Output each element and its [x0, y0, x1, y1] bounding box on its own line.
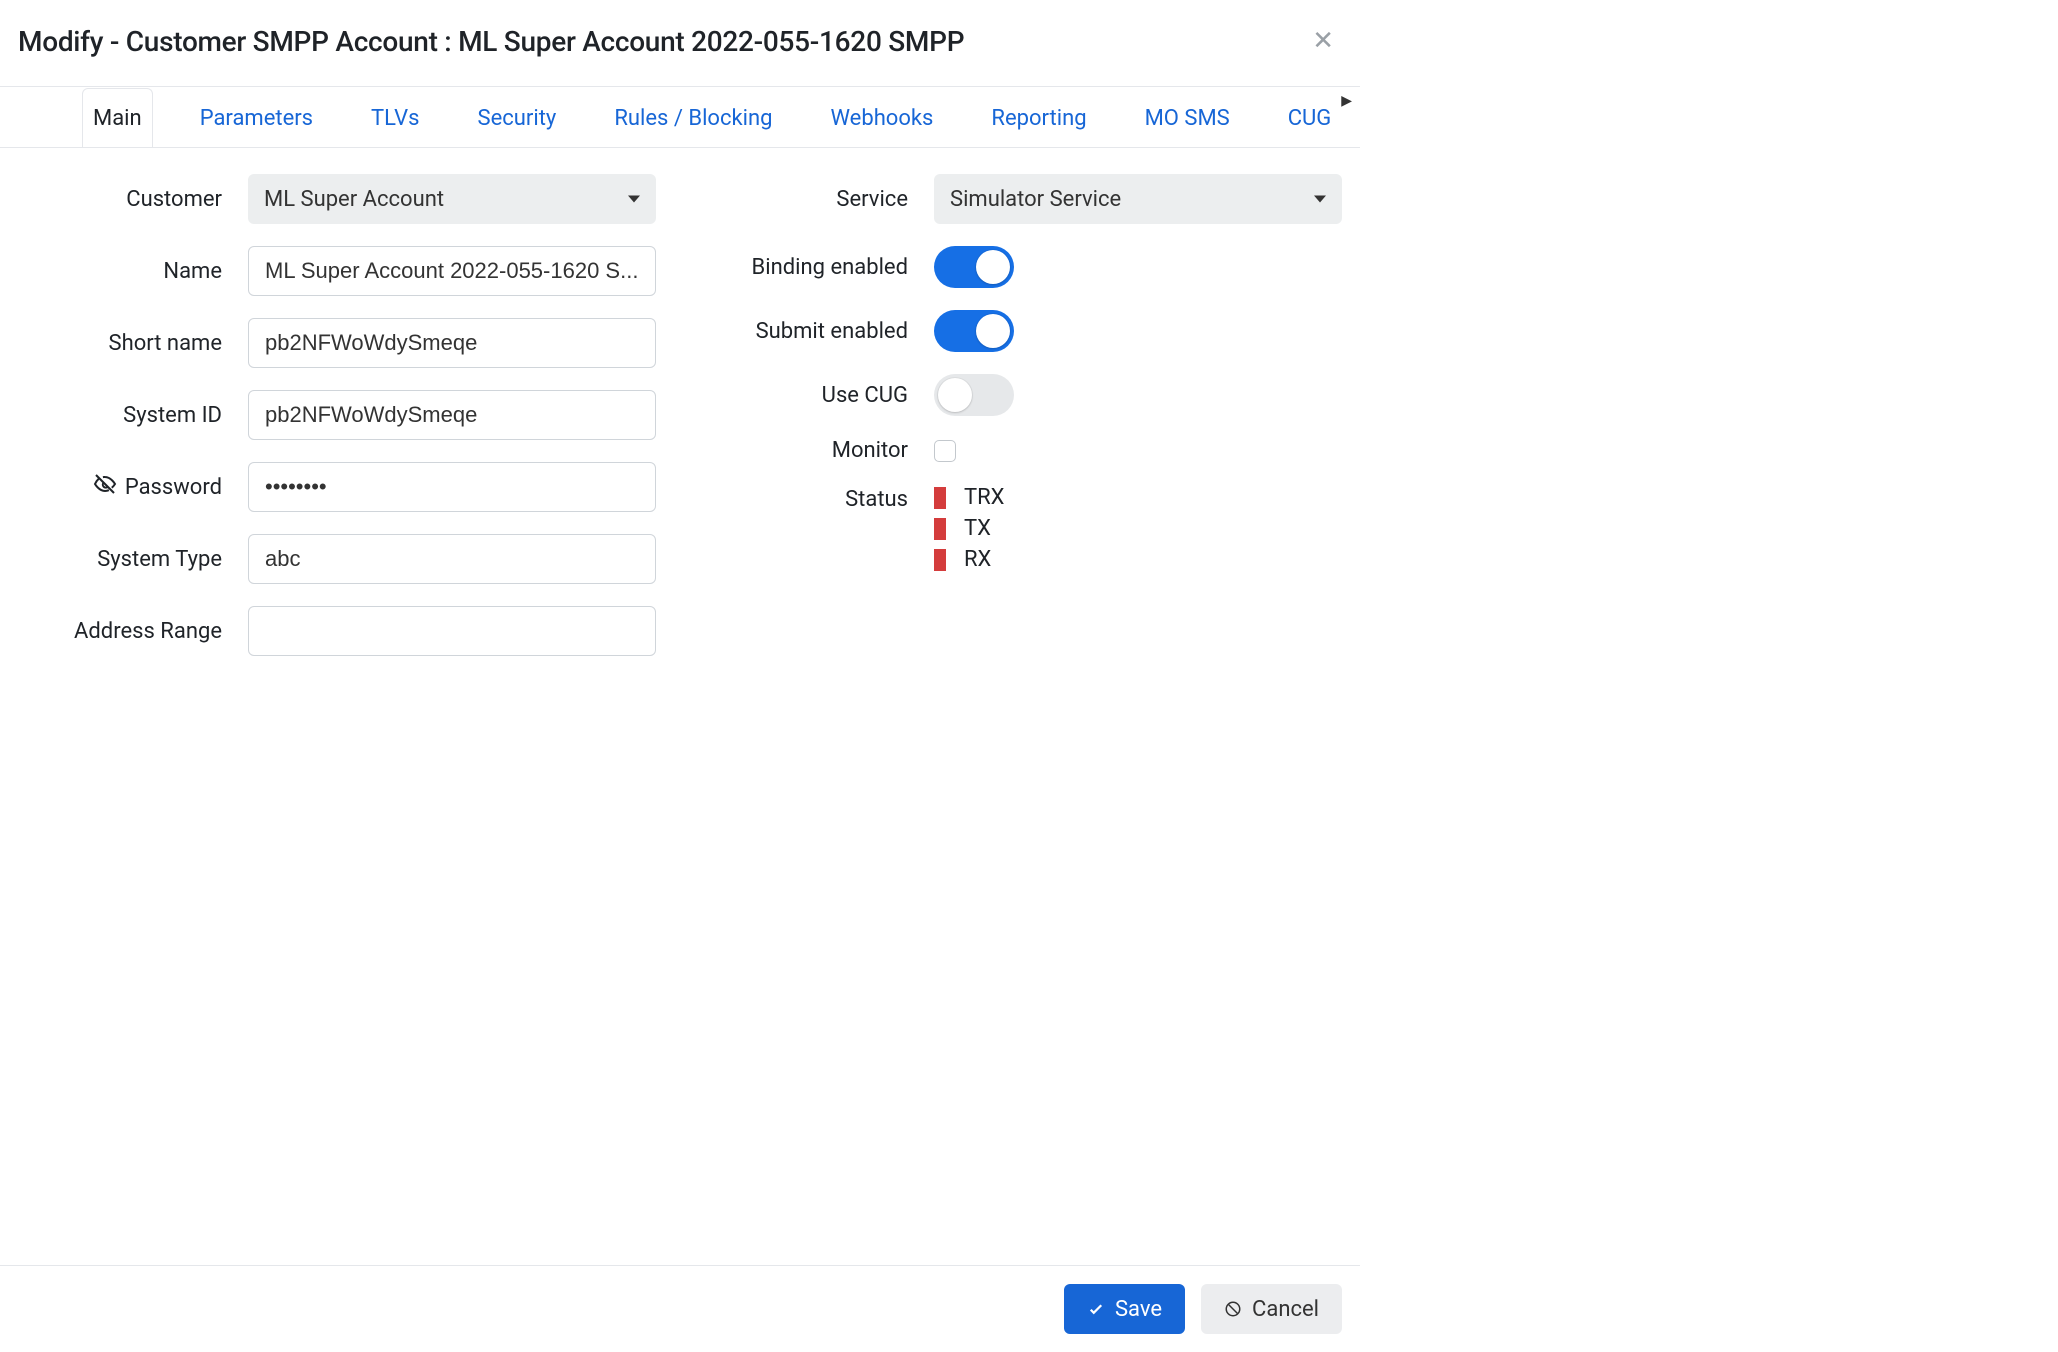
chevron-down-icon — [1314, 196, 1326, 203]
address-range-label: Address Range — [18, 619, 248, 644]
modal-footer: Save Cancel — [0, 1266, 1360, 1352]
save-button[interactable]: Save — [1064, 1284, 1185, 1334]
eye-off-icon[interactable] — [93, 472, 117, 502]
page-title: Modify - Customer SMPP Account : ML Supe… — [18, 25, 964, 58]
save-button-label: Save — [1115, 1297, 1162, 1322]
monitor-label: Monitor — [704, 438, 934, 463]
modal-header: Modify - Customer SMPP Account : ML Supe… — [0, 0, 1360, 87]
status-indicator-icon — [934, 487, 946, 509]
customer-select-value: ML Super Account — [264, 187, 444, 212]
cancel-button-label: Cancel — [1252, 1297, 1319, 1322]
status-row: TRX — [934, 485, 1342, 510]
tab-reporting[interactable]: Reporting — [980, 88, 1097, 147]
system-id-label: System ID — [18, 403, 248, 428]
status-item-label: TX — [964, 516, 991, 541]
tab-cug[interactable]: CUG — [1277, 88, 1343, 147]
password-label: Password — [125, 475, 222, 500]
tab-tlvs[interactable]: TLVs — [360, 88, 430, 147]
use-cug-toggle[interactable] — [934, 374, 1014, 416]
service-label: Service — [704, 187, 934, 212]
right-column: Service Simulator Service Binding enable… — [704, 174, 1342, 1265]
tab-rules-blocking[interactable]: Rules / Blocking — [603, 88, 783, 147]
password-input[interactable] — [248, 462, 656, 512]
close-icon[interactable]: ✕ — [1304, 22, 1342, 60]
chevron-down-icon — [628, 196, 640, 203]
left-column: Customer ML Super Account Name Short nam… — [18, 174, 656, 1265]
name-input[interactable] — [248, 246, 656, 296]
use-cug-label: Use CUG — [704, 383, 934, 408]
system-type-input[interactable] — [248, 534, 656, 584]
short-name-label: Short name — [18, 331, 248, 356]
tabs-overflow-icon[interactable]: ▶ — [1341, 93, 1352, 109]
status-row: TX — [934, 516, 1342, 541]
service-select-value: Simulator Service — [950, 187, 1121, 212]
status-indicator-icon — [934, 549, 946, 571]
customer-select[interactable]: ML Super Account — [248, 174, 656, 224]
tabs-bar: Main Parameters TLVs Security Rules / Blocki… — [0, 87, 1360, 148]
status-label: Status — [704, 485, 934, 512]
tab-mo-sms[interactable]: MO SMS — [1134, 88, 1241, 147]
binding-enabled-label: Binding enabled — [704, 255, 934, 280]
cancel-button[interactable]: Cancel — [1201, 1284, 1342, 1334]
short-name-input[interactable] — [248, 318, 656, 368]
form-body: Customer ML Super Account Name Short nam… — [0, 148, 1360, 1266]
system-type-label: System Type — [18, 547, 248, 572]
binding-enabled-toggle[interactable] — [934, 246, 1014, 288]
tab-parameters[interactable]: Parameters — [189, 88, 324, 147]
customer-label: Customer — [18, 187, 248, 212]
system-id-input[interactable] — [248, 390, 656, 440]
tab-webhooks[interactable]: Webhooks — [819, 88, 944, 147]
status-list: TRX TX RX — [934, 485, 1342, 572]
tabs: Main Parameters TLVs Security Rules / Blocki… — [0, 87, 1360, 147]
status-item-label: TRX — [964, 485, 1004, 510]
name-label: Name — [18, 259, 248, 284]
monitor-checkbox[interactable] — [934, 440, 956, 462]
submit-enabled-toggle[interactable] — [934, 310, 1014, 352]
status-row: RX — [934, 547, 1342, 572]
status-item-label: RX — [964, 547, 991, 572]
submit-enabled-label: Submit enabled — [704, 319, 934, 344]
address-range-input[interactable] — [248, 606, 656, 656]
tab-main[interactable]: Main — [82, 88, 153, 147]
service-select[interactable]: Simulator Service — [934, 174, 1342, 224]
tab-security[interactable]: Security — [467, 88, 568, 147]
status-indicator-icon — [934, 518, 946, 540]
